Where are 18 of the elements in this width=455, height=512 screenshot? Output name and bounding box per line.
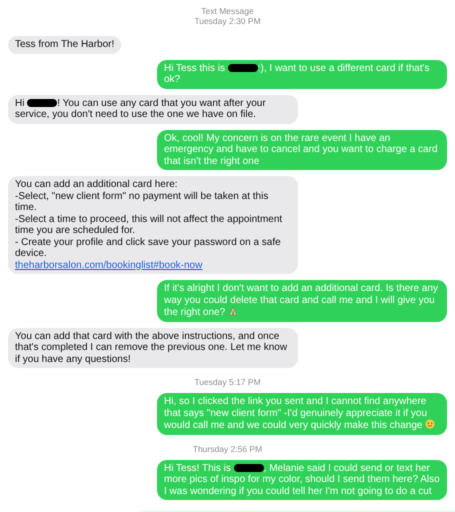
received-message-bubble: You can add that card with the above instructions, and once that's completed I can remove the previous one. Let me know if you have any questions! — [8, 328, 298, 368]
smiling-face-icon — [425, 419, 436, 429]
received-message-bubble: Hi ! You can use any card that you want after your service, you don't need to use the one we have on file. — [8, 94, 298, 124]
redaction-scribble — [27, 98, 58, 106]
timestamp: Thursday 2:56 PM — [192, 444, 262, 454]
redaction-scribble — [234, 464, 264, 472]
received-message-bubble: Tess from The Harbor! — [8, 36, 122, 54]
redaction-scribble — [228, 64, 258, 72]
link[interactable]: theharborsalon.com/bookinglist#book-now — [15, 260, 202, 270]
sent-message-bubble: Hi, so I clicked the link you sent and I cannot find anywhere that says "new client form" -I'd genuinely appreciate it if you would call me and we could very quickly make this change — [157, 393, 447, 434]
sent-message-bubble: If it's alright I don't want to add an additional card. Is there any way you could delete that card and call me and I will give you the right one? — [157, 280, 447, 322]
conversation-type: Text Message — [201, 6, 254, 16]
sent-message-bubble: Ok, cool! My concern is on the rare event I have an emergency and have to cancel and you want to charge a card that isn't the right one — [157, 130, 447, 170]
timestamp: Tuesday 2:30 PM — [194, 16, 261, 26]
sent-message-bubble: Hi Tess! This is , Melanie said I could send or text her more pics of inspo for my color, should I send them here? Also I was wondering if you could tell her I'm not going to do a cut — [157, 460, 447, 500]
received-message-bubble: You can add an additional card here: -Select, "new client form" no payment will be taken at this time. -Select a time to proceed, this will not affect the appointment time you are scheduled for. - Create your profile and click save your password on a safe device. theharborsalon.com/bookinglist#book-now — [8, 176, 298, 274]
timestamp: Tuesday 5:17 PM — [194, 377, 261, 387]
sent-message-bubble: Hi Tess this is :), I want to use a different card if that's ok? — [157, 60, 447, 88]
